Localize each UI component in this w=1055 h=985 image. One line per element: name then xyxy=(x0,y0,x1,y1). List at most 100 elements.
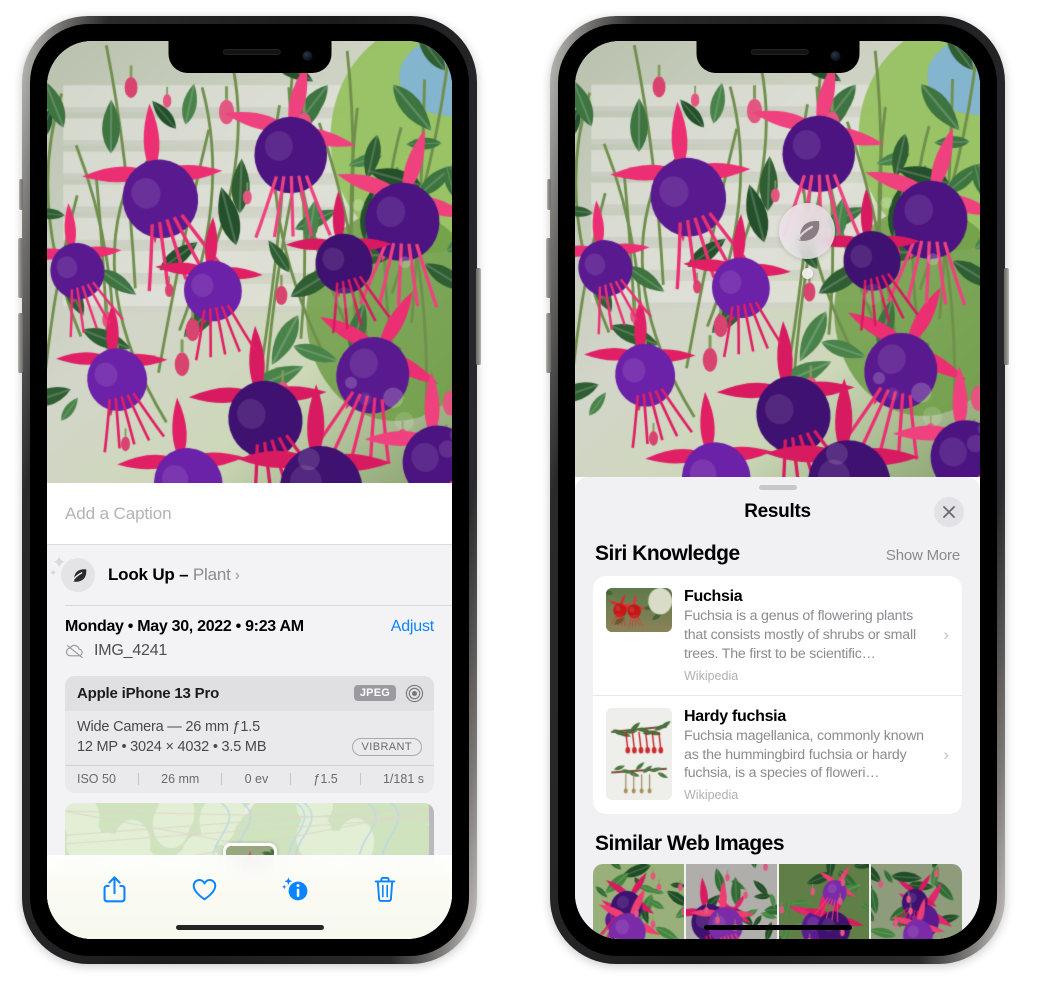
screen-right: Results Siri Knowledge Show More Fuchsia… xyxy=(575,41,980,939)
results-sheet: Results Siri Knowledge Show More Fuchsia… xyxy=(575,477,980,939)
visual-lookup-anchor-dot xyxy=(801,268,813,279)
iphone-device-right: Results Siri Knowledge Show More Fuchsia… xyxy=(546,16,1009,964)
mute-switch[interactable] xyxy=(19,179,23,210)
camera-size-row: 12 MP • 3024 × 4032 • 3.5 MB VIBRANT xyxy=(77,737,422,756)
knowledge-card-text: Hardy fuchsia Fuchsia magellanica, commo… xyxy=(684,708,950,803)
exif-row: ISO 50 26 mm 0 ev ƒ1.5 1/181 s xyxy=(65,764,434,793)
photo-info-sheet: Add a Caption ✦ ✦ Look Up – Plant › Mond… xyxy=(47,483,452,939)
device-bezel-left: Add a Caption ✦ ✦ Look Up – Plant › Mond… xyxy=(30,24,469,956)
chevron-right-icon: › xyxy=(234,567,240,584)
knowledge-card-thumbnail xyxy=(606,588,672,632)
heart-icon xyxy=(192,878,217,900)
close-icon xyxy=(943,506,955,518)
knowledge-card-title: Fuchsia xyxy=(684,588,743,605)
lens-icon xyxy=(405,684,424,702)
sparkle-small-icon: ✦ xyxy=(49,568,58,579)
exif-item: ISO 50 xyxy=(77,771,116,786)
home-indicator-left[interactable] xyxy=(175,925,324,930)
look-up-dash: – xyxy=(174,565,193,584)
delete-button[interactable] xyxy=(363,869,407,909)
adjust-button[interactable]: Adjust xyxy=(391,618,434,636)
exif-item: ƒ1.5 xyxy=(313,771,338,786)
look-up-plant-row[interactable]: ✦ ✦ Look Up – Plant › xyxy=(47,545,452,605)
side-power-button-right[interactable] xyxy=(1004,268,1009,365)
photo-viewer-right[interactable] xyxy=(575,41,980,477)
exif-separator xyxy=(138,772,140,785)
knowledge-card-source: Wikipedia xyxy=(684,788,739,803)
favorite-button[interactable] xyxy=(182,869,226,909)
visual-lookup-badge[interactable] xyxy=(779,203,835,279)
exif-item: 0 ev xyxy=(244,771,269,786)
knowledge-card-description: Fuchsia is a genus of flowering plants t… xyxy=(684,608,916,662)
front-camera-icon xyxy=(302,51,312,61)
metadata-block: Monday • May 30, 2022 • 9:23 AM Adjust I… xyxy=(47,605,452,670)
exif-separator xyxy=(359,772,361,785)
metadata-top-row: Monday • May 30, 2022 • 9:23 AM Adjust xyxy=(65,618,434,636)
knowledge-card[interactable]: Fuchsia Fuchsia is a genus of flowering … xyxy=(593,576,962,695)
mute-switch-right[interactable] xyxy=(547,179,551,210)
camera-card-badges: JPEG xyxy=(353,684,424,703)
knowledge-card-source: Wikipedia xyxy=(684,668,739,683)
filename-label: IMG_4241 xyxy=(94,641,168,659)
volume-up-button-right[interactable] xyxy=(546,238,551,298)
close-button[interactable] xyxy=(934,497,964,527)
similar-image-item[interactable] xyxy=(871,864,962,939)
camera-card-header: Apple iPhone 13 Pro JPEG xyxy=(65,675,434,711)
info-sparkle-icon xyxy=(281,877,308,901)
caption-field-row[interactable]: Add a Caption xyxy=(47,483,452,545)
exif-separator xyxy=(221,772,223,785)
show-more-button[interactable]: Show More xyxy=(886,547,960,564)
filename-row: IMG_4241 xyxy=(65,642,434,660)
caption-placeholder: Add a Caption xyxy=(65,503,172,523)
screen-left: Add a Caption ✦ ✦ Look Up – Plant › Mond… xyxy=(47,41,452,939)
siri-knowledge-header: Siri Knowledge Show More xyxy=(575,534,980,576)
knowledge-card-title: Hardy fuchsia xyxy=(684,707,786,725)
look-up-subject: Plant xyxy=(192,565,231,584)
earpiece-speaker-icon-right xyxy=(750,49,809,55)
chevron-right-icon: › xyxy=(943,744,949,764)
photo-date-label: Monday • May 30, 2022 • 9:23 AM xyxy=(65,617,304,635)
leaf-icon xyxy=(70,568,86,582)
look-up-text: Look Up xyxy=(108,565,175,584)
camera-card-body: Wide Camera — 26 mm ƒ1.5 12 MP • 3024 × … xyxy=(65,711,434,765)
iphone-device-left: Add a Caption ✦ ✦ Look Up – Plant › Mond… xyxy=(18,16,481,964)
knowledge-card-description: Fuchsia magellanica, commonly known as t… xyxy=(684,727,924,782)
camera-model-label: Apple iPhone 13 Pro xyxy=(77,684,220,702)
section-title: Siri Knowledge xyxy=(595,542,740,565)
info-button[interactable] xyxy=(273,869,317,909)
exif-item: 26 mm xyxy=(161,771,200,786)
camera-info-card[interactable]: Apple iPhone 13 Pro JPEG Wide Camera — 2… xyxy=(65,675,434,793)
leaf-badge: ✦ ✦ xyxy=(49,554,95,592)
siri-knowledge-cards: Fuchsia Fuchsia is a genus of flowering … xyxy=(593,576,962,815)
cloud-slash-icon xyxy=(65,644,83,658)
camera-lens-line: Wide Camera — 26 mm ƒ1.5 xyxy=(77,718,260,735)
chevron-right-icon: › xyxy=(943,625,949,645)
home-indicator-right[interactable] xyxy=(703,925,852,930)
front-camera-icon-right xyxy=(830,51,840,61)
photo-viewer[interactable] xyxy=(47,41,452,483)
results-title: Results xyxy=(744,501,811,522)
knowledge-card-text: Fuchsia Fuchsia is a genus of flowering … xyxy=(684,588,950,683)
knowledge-card[interactable]: Hardy fuchsia Fuchsia magellanica, commo… xyxy=(593,694,962,815)
exif-item: 1/181 s xyxy=(382,771,424,786)
trash-icon xyxy=(374,876,396,902)
camera-size-line: 12 MP • 3024 × 4032 • 3.5 MB xyxy=(77,738,267,755)
lookup-block: ✦ ✦ Look Up – Plant › Monday • May 30, 2… xyxy=(47,545,452,883)
volume-down-button-right[interactable] xyxy=(546,313,551,373)
leaf-icon xyxy=(795,221,820,241)
notch-right xyxy=(696,41,859,73)
share-button[interactable] xyxy=(92,869,136,909)
earpiece-speaker-icon xyxy=(222,49,281,55)
share-icon xyxy=(103,875,126,902)
visual-lookup-circle xyxy=(779,203,835,259)
similar-image-item[interactable] xyxy=(593,864,684,939)
screenshot-stage: Add a Caption ✦ ✦ Look Up – Plant › Mond… xyxy=(0,0,1055,985)
side-power-button[interactable] xyxy=(476,268,481,365)
similar-web-images-header: Similar Web Images xyxy=(575,814,980,864)
volume-up-button[interactable] xyxy=(18,238,23,298)
section-title: Similar Web Images xyxy=(595,832,785,856)
device-bezel-right: Results Siri Knowledge Show More Fuchsia… xyxy=(558,24,997,956)
volume-down-button[interactable] xyxy=(18,313,23,373)
notch-left xyxy=(168,41,331,73)
results-header: Results xyxy=(575,490,980,534)
